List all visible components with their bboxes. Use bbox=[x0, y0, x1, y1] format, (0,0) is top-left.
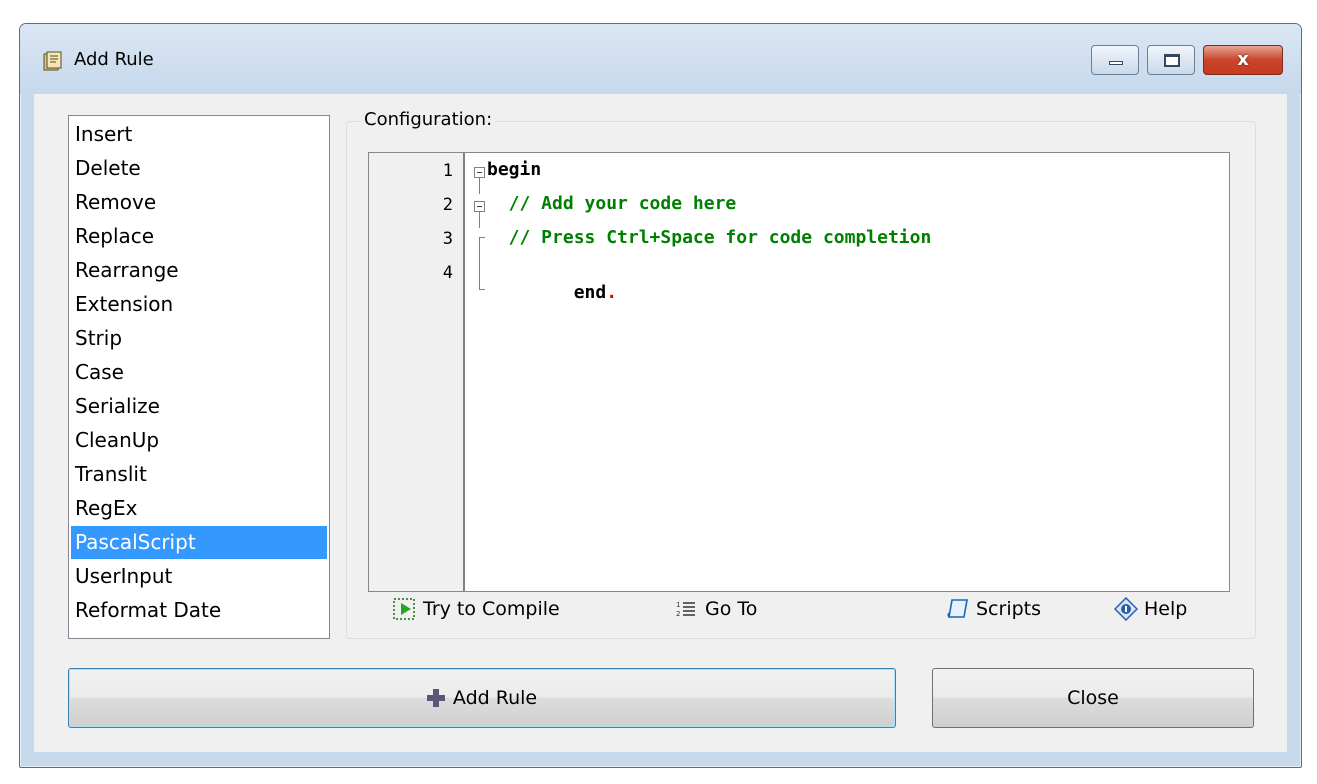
close-label: Close bbox=[1067, 687, 1119, 709]
list-item-regex[interactable]: RegEx bbox=[71, 492, 327, 525]
list-item-translit[interactable]: Translit bbox=[71, 458, 327, 491]
help-button[interactable]: Help bbox=[1113, 594, 1188, 624]
scripts-button[interactable]: Scripts bbox=[946, 594, 1041, 624]
fold-end-marker bbox=[479, 289, 485, 290]
close-window-button[interactable]: x bbox=[1203, 45, 1283, 75]
rule-type-list[interactable]: Insert Delete Remove Replace Rearrange E… bbox=[68, 115, 330, 639]
code-line-2: // Add your code here bbox=[487, 193, 737, 214]
title-bar[interactable]: Add Rule x bbox=[20, 24, 1301, 94]
list-item-remove[interactable]: Remove bbox=[71, 186, 327, 219]
svg-text:2: 2 bbox=[676, 610, 680, 618]
scripts-label: Scripts bbox=[976, 598, 1042, 620]
line-number: 1 bbox=[442, 161, 453, 181]
list-item-insert[interactable]: Insert bbox=[71, 118, 327, 151]
fold-guide bbox=[479, 212, 480, 228]
line-number: 3 bbox=[442, 229, 453, 249]
compile-icon bbox=[393, 597, 417, 621]
code-line-3: // Press Ctrl+Space for code completion bbox=[487, 227, 932, 248]
list-item-serialize[interactable]: Serialize bbox=[71, 390, 327, 423]
list-item-delete[interactable]: Delete bbox=[71, 152, 327, 185]
close-icon: x bbox=[1237, 49, 1249, 70]
list-item-reformat-date[interactable]: Reformat Date bbox=[71, 594, 327, 627]
maximize-icon bbox=[1164, 54, 1180, 67]
fold-guide bbox=[479, 178, 480, 194]
minimize-button[interactable] bbox=[1091, 45, 1139, 75]
list-item-strip[interactable]: Strip bbox=[71, 322, 327, 355]
plus-icon bbox=[426, 689, 445, 707]
help-label: Help bbox=[1144, 598, 1188, 620]
list-item-case[interactable]: Case bbox=[71, 356, 327, 389]
list-item-userinput[interactable]: UserInput bbox=[71, 560, 327, 593]
list-item-rearrange[interactable]: Rearrange bbox=[71, 254, 327, 287]
line-number: 4 bbox=[442, 263, 453, 283]
scroll-icon bbox=[946, 597, 970, 621]
minimize-icon bbox=[1109, 61, 1123, 65]
list-item-pascalscript[interactable]: PascalScript bbox=[71, 526, 327, 559]
configuration-label: Configuration: bbox=[361, 109, 496, 130]
help-icon bbox=[1113, 596, 1139, 622]
maximize-button[interactable] bbox=[1147, 45, 1195, 75]
list-item-cleanup[interactable]: CleanUp bbox=[71, 424, 327, 457]
window-title: Add Rule bbox=[74, 49, 154, 70]
add-rule-window: Add Rule x Insert Delete Remove Replace … bbox=[19, 23, 1302, 768]
add-rule-button[interactable]: Add Rule bbox=[68, 668, 896, 728]
code-terminator: . bbox=[606, 282, 618, 303]
fold-toggle-icon[interactable] bbox=[474, 201, 485, 212]
goto-icon: 1 2 bbox=[675, 597, 699, 621]
close-button[interactable]: Close bbox=[932, 668, 1254, 728]
code-editor[interactable]: 1 2 3 4 begin // Add your code here // P… bbox=[368, 152, 1230, 592]
try-to-compile-button[interactable]: Try to Compile bbox=[393, 594, 560, 624]
code-line-4: end. bbox=[487, 261, 617, 324]
svg-text:1: 1 bbox=[676, 601, 680, 609]
fold-guide bbox=[479, 238, 480, 290]
line-number: 2 bbox=[442, 195, 453, 215]
code-keyword-end: end bbox=[573, 282, 607, 303]
compile-label: Try to Compile bbox=[423, 598, 560, 620]
add-rule-label: Add Rule bbox=[452, 687, 538, 709]
dialog-client-area: Insert Delete Remove Replace Rearrange E… bbox=[34, 94, 1287, 752]
list-item-replace[interactable]: Replace bbox=[71, 220, 327, 253]
code-line-1: begin bbox=[487, 159, 542, 180]
list-item-extension[interactable]: Extension bbox=[71, 288, 327, 321]
app-icon bbox=[42, 50, 64, 72]
fold-toggle-icon[interactable] bbox=[474, 167, 485, 178]
goto-label: Go To bbox=[705, 598, 758, 620]
line-number-gutter: 1 2 3 4 bbox=[369, 153, 465, 591]
goto-button[interactable]: 1 2 Go To bbox=[675, 594, 757, 624]
